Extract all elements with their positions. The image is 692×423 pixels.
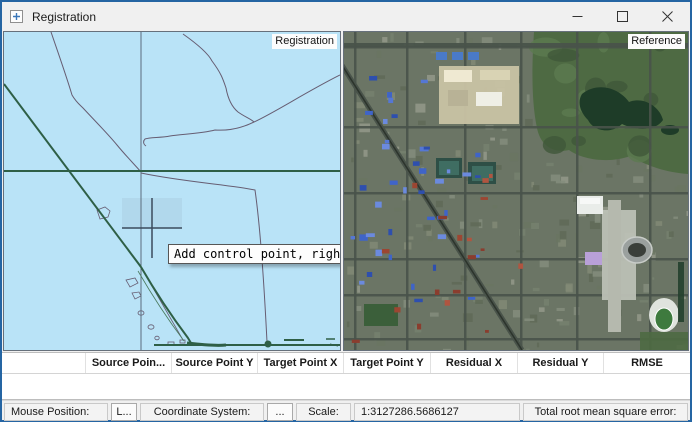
column-header-target-point-x[interactable]: Target Point X <box>258 353 344 373</box>
add-control-point-tooltip: Add control point, right-cli <box>168 244 341 264</box>
registration-map-panel[interactable]: Registration Add control point, right-cl… <box>3 31 341 351</box>
coordinate-system-label: Coordinate System: <box>140 403 264 421</box>
column-header-residual-y[interactable]: Residual Y <box>518 353 604 373</box>
browse-coordinate-system-button[interactable]: ... <box>267 403 293 421</box>
titlebar: Registration <box>2 2 690 31</box>
close-icon <box>662 11 673 22</box>
table-body-empty <box>2 374 690 399</box>
maximize-icon <box>617 11 628 22</box>
reference-map-panel[interactable]: Reference <box>343 31 689 351</box>
window-controls <box>555 2 690 31</box>
vector-map <box>4 32 340 350</box>
satellite-map <box>344 32 688 350</box>
map-panels-row: Registration Add control point, right-cl… <box>2 31 690 351</box>
minimize-icon <box>572 11 583 22</box>
scale-label: Scale: <box>296 403 351 421</box>
control-point-table: Source Poin... Source Point Y Target Poi… <box>2 352 690 400</box>
total-rmse-label: Total root mean square error: <box>523 403 688 421</box>
registration-window: Registration <box>0 0 692 422</box>
table-header-row: Source Poin... Source Point Y Target Poi… <box>2 353 690 374</box>
column-header-source-point-x[interactable]: Source Poin... <box>86 353 172 373</box>
status-bar: Mouse Position: L... Coordinate System: … <box>2 400 690 423</box>
registration-panel-label: Registration <box>272 34 337 49</box>
column-header-residual-x[interactable]: Residual X <box>431 353 518 373</box>
mouse-position-label: Mouse Position: <box>4 403 108 421</box>
minimize-button[interactable] <box>555 2 600 31</box>
maximize-button[interactable] <box>600 2 645 31</box>
reference-panel-label: Reference <box>628 34 685 49</box>
column-header-index[interactable] <box>2 353 86 373</box>
column-header-rmse[interactable]: RMSE <box>604 353 690 373</box>
layer-button[interactable]: L... <box>111 403 137 421</box>
column-header-target-point-y[interactable]: Target Point Y <box>344 353 431 373</box>
registration-window-icon <box>10 10 23 23</box>
close-button[interactable] <box>645 2 690 31</box>
scale-value: 1:3127286.5686127 <box>354 403 520 421</box>
column-header-source-point-y[interactable]: Source Point Y <box>172 353 258 373</box>
window-title: Registration <box>32 10 96 24</box>
